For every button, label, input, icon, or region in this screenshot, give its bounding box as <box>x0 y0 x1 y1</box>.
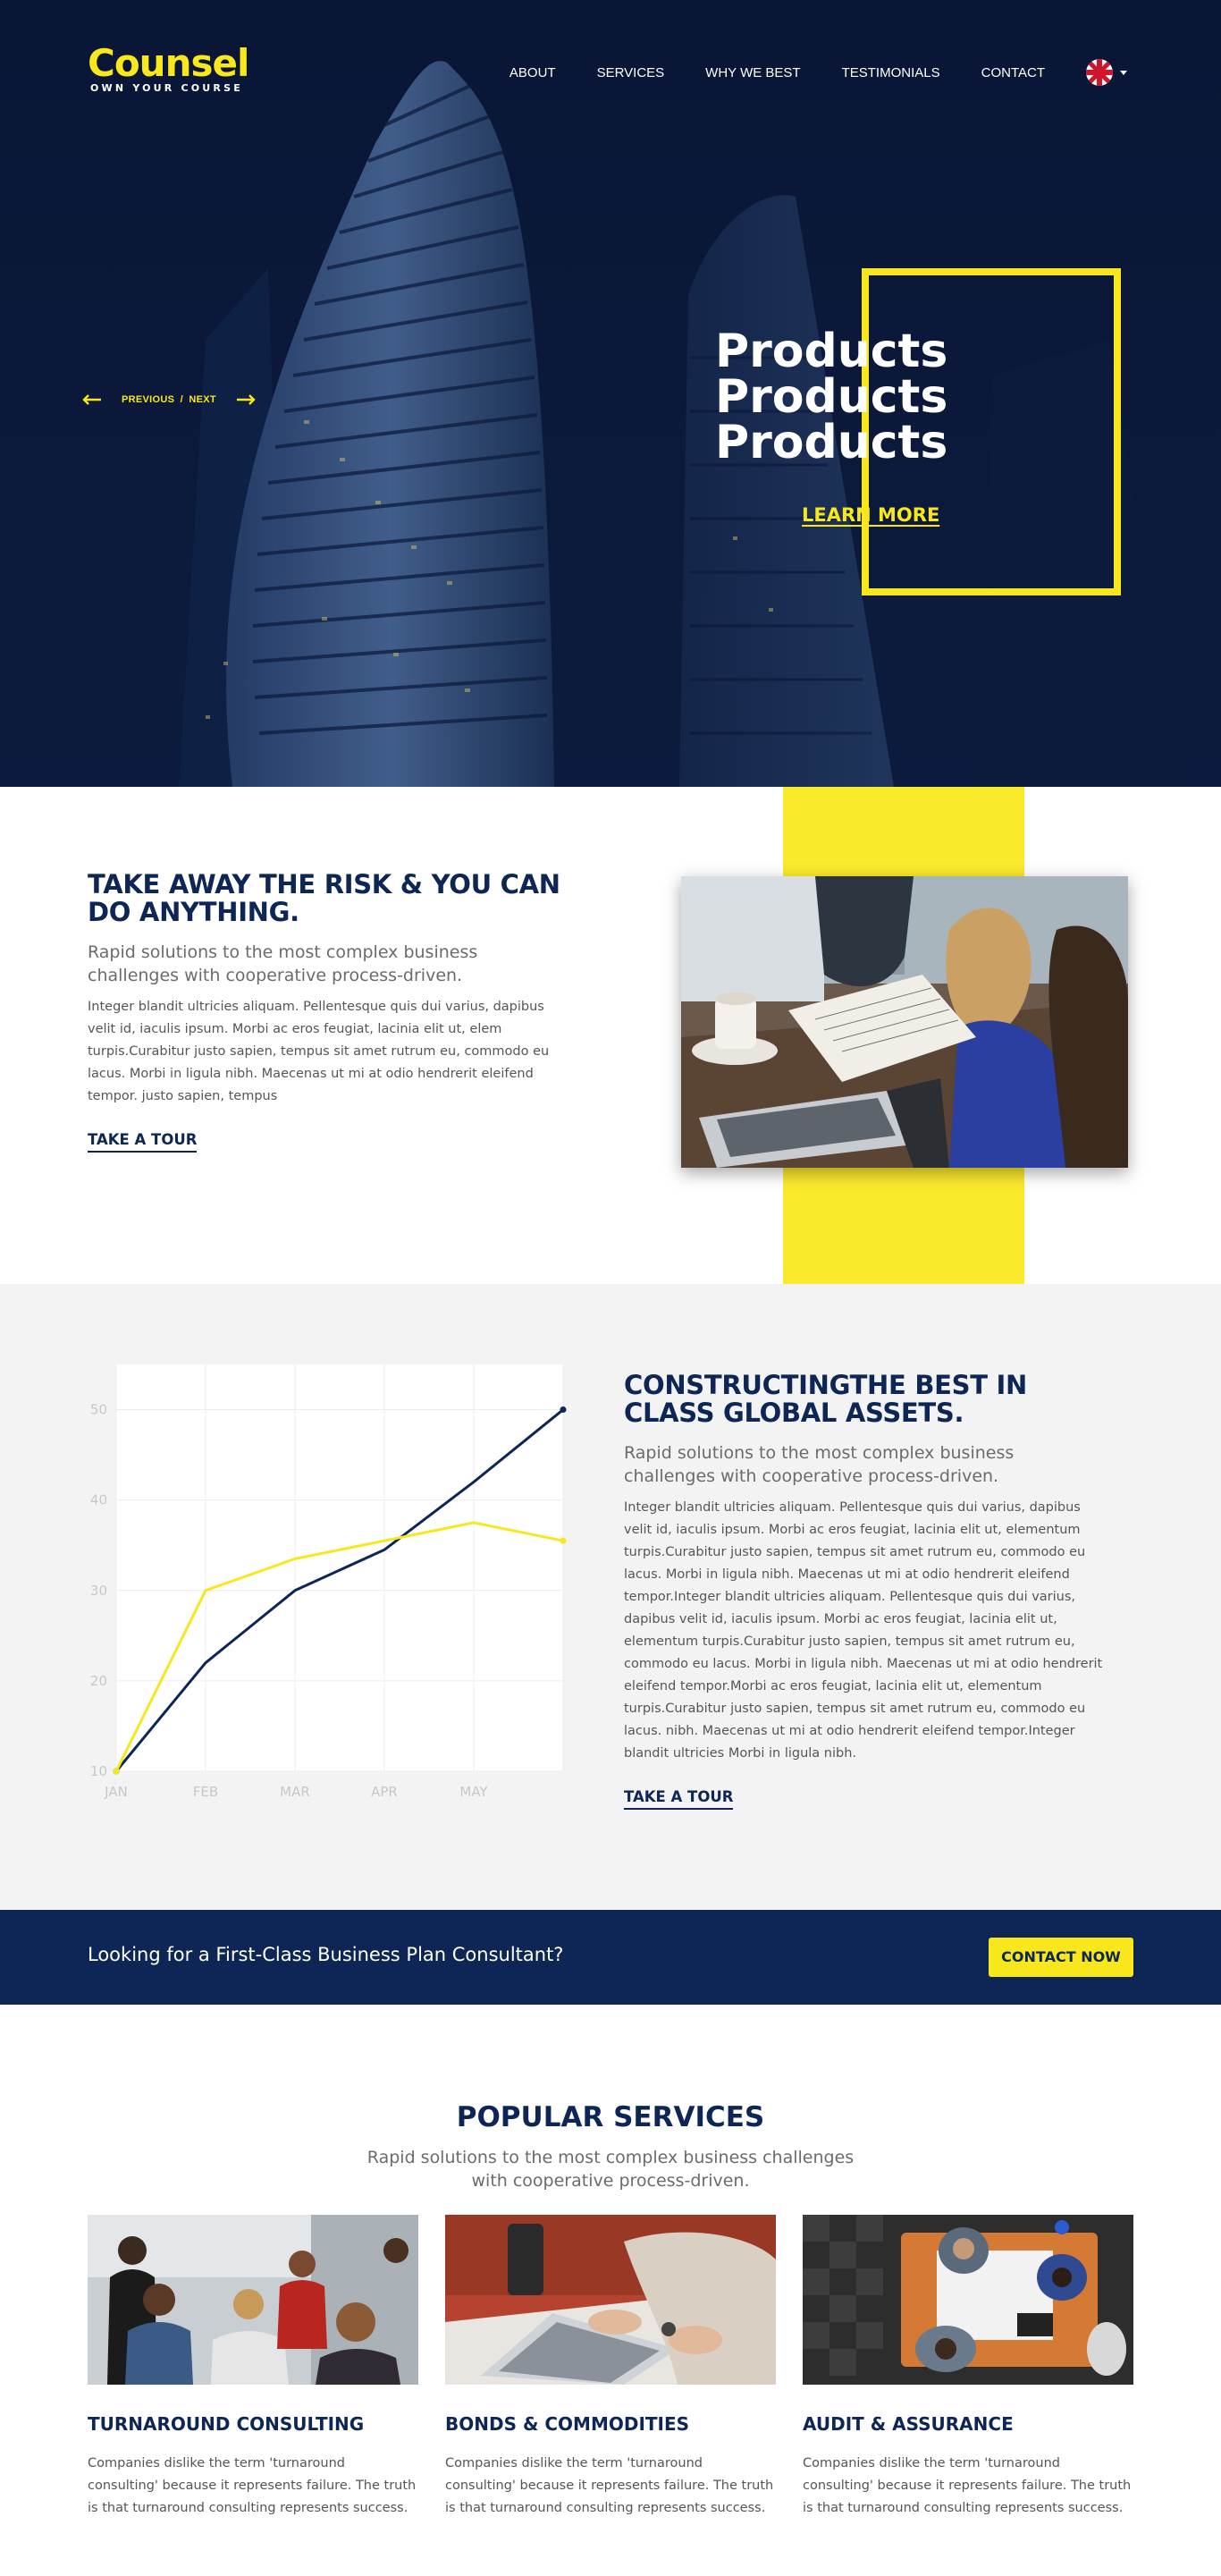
chart-x-tick-label: MAY <box>459 1784 488 1800</box>
chart-x-tick-label: JAN <box>104 1784 128 1800</box>
slider-previous[interactable]: PREVIOUS <box>122 394 174 405</box>
about-section: TAKE AWAY THE RISK & YOU CAN DO ANYTHING… <box>0 787 1221 1284</box>
hero-section: Counsel OWN YOUR COURSE ABOUT SERVICES W… <box>0 0 1221 787</box>
nav-item-services[interactable]: SERVICES <box>597 65 665 80</box>
hero-title: Products Products Products <box>715 325 948 469</box>
chart-plot-area <box>116 1364 563 1771</box>
team-meeting-photo <box>681 876 1128 1168</box>
services-section: POPULAR SERVICES Rapid solutions to the … <box>0 2005 1221 2576</box>
service-description: Companies dislike the term 'turnaround c… <box>445 2456 774 2515</box>
chart-y-tick-label: 50 <box>90 1402 107 1418</box>
hero-title-line: Products <box>715 416 948 469</box>
chart-data-point <box>113 1768 120 1775</box>
team-overhead-photo <box>803 2215 1133 2385</box>
chart-x-tick-label: APR <box>371 1784 398 1800</box>
learn-more-link[interactable]: LEARN MORE <box>802 504 939 526</box>
logo-tagline: OWN YOUR COURSE <box>90 82 243 94</box>
service-title[interactable]: TURNAROUND CONSULTING <box>88 2413 418 2435</box>
assets-subtitle: Rapid solutions to the most complex busi… <box>624 1443 1015 1486</box>
nav-item-testimonials[interactable]: TESTIMONIALS <box>842 65 940 80</box>
take-a-tour-link[interactable]: TAKE A TOUR <box>624 1788 734 1810</box>
chart-data-point <box>560 1537 567 1544</box>
chart-y-tick-label: 40 <box>90 1492 107 1508</box>
slider-separator: / <box>180 394 183 405</box>
growth-chart: 10 20 30 40 50 JAN FEB MAR APR MAY <box>70 1364 570 1820</box>
uk-flag-icon <box>1086 59 1113 86</box>
assets-text: CONSTRUCTINGTHE BEST IN CLASS GLOBAL ASS… <box>624 1372 1107 1810</box>
slider-next[interactable]: NEXT <box>189 394 216 405</box>
service-card: BONDS & COMMODITIES Companies dislike th… <box>445 2215 776 2520</box>
chart-x-tick-label: FEB <box>193 1784 218 1800</box>
hero-title-line: Products <box>715 325 948 378</box>
nav-item-why-we-best[interactable]: WHY WE BEST <box>705 65 800 80</box>
chart-data-point <box>560 1406 567 1414</box>
slider-controls: PREVIOUS / NEXT <box>82 393 256 406</box>
language-selector[interactable] <box>1086 59 1127 86</box>
top-navigation: Counsel OWN YOUR COURSE ABOUT SERVICES W… <box>0 0 1221 125</box>
nav-item-contact[interactable]: CONTACT <box>981 65 1045 80</box>
logo-wordmark: Counsel <box>88 41 249 85</box>
chart-y-tick-label: 30 <box>90 1583 107 1599</box>
about-body: Integer blandit ultricies aliquam. Pelle… <box>88 1000 550 1103</box>
service-title[interactable]: BONDS & COMMODITIES <box>445 2413 776 2435</box>
arrow-left-icon[interactable] <box>82 393 102 406</box>
assets-section: 10 20 30 40 50 JAN FEB MAR APR MAY CONSTRUCTINGTH… <box>0 1284 1221 1910</box>
laptop-typing-photo <box>445 2215 776 2385</box>
about-subtitle: Rapid solutions to the most complex busi… <box>88 942 478 985</box>
cta-banner: Looking for a First-Class Business Plan … <box>0 1910 1221 2005</box>
service-description: Companies dislike the term 'turnaround c… <box>803 2456 1132 2515</box>
service-description: Companies dislike the term 'turnaround c… <box>88 2456 417 2515</box>
about-text: TAKE AWAY THE RISK & YOU CAN DO ANYTHING… <box>88 871 570 1153</box>
slider-label: PREVIOUS / NEXT <box>122 394 216 405</box>
services-subtitle: Rapid solutions to the most complex busi… <box>366 2148 855 2191</box>
contact-now-button[interactable]: CONTACT NOW <box>989 1938 1133 1977</box>
meeting-photo <box>88 2215 418 2385</box>
chevron-down-icon <box>1120 70 1127 75</box>
hero-title-line: Products <box>715 370 948 424</box>
services-title: POPULAR SERVICES <box>456 2101 765 2133</box>
chart-y-tick-label: 20 <box>90 1673 107 1689</box>
logo[interactable]: Counsel OWN YOUR COURSE <box>88 41 249 95</box>
arrow-right-icon[interactable] <box>236 393 256 406</box>
assets-title: CONSTRUCTINGTHE BEST IN CLASS GLOBAL ASS… <box>624 1370 1027 1428</box>
service-card: TURNAROUND CONSULTING Companies dislike … <box>88 2215 418 2520</box>
about-title: TAKE AWAY THE RISK & YOU CAN DO ANYTHING… <box>88 869 560 927</box>
take-a-tour-link[interactable]: TAKE A TOUR <box>88 1131 198 1153</box>
nav-item-about[interactable]: ABOUT <box>509 65 556 80</box>
chart-y-tick-label: 10 <box>90 1763 107 1779</box>
line-chart: 10 20 30 40 50 JAN FEB MAR APR MAY <box>90 1364 567 1800</box>
nav-menu: ABOUT SERVICES WHY WE BEST TESTIMONIALS … <box>509 59 1127 86</box>
chart-x-tick-label: MAR <box>280 1784 310 1800</box>
service-title[interactable]: AUDIT & ASSURANCE <box>803 2413 1133 2435</box>
cta-text: Looking for a First-Class Business Plan … <box>88 1944 564 1965</box>
assets-body: Integer blandit ultricies aliquam. Pelle… <box>624 1500 1103 1761</box>
services-cards: TURNAROUND CONSULTING Companies dislike … <box>88 2215 1133 2520</box>
service-card: AUDIT & ASSURANCE Companies dislike the … <box>803 2215 1133 2520</box>
